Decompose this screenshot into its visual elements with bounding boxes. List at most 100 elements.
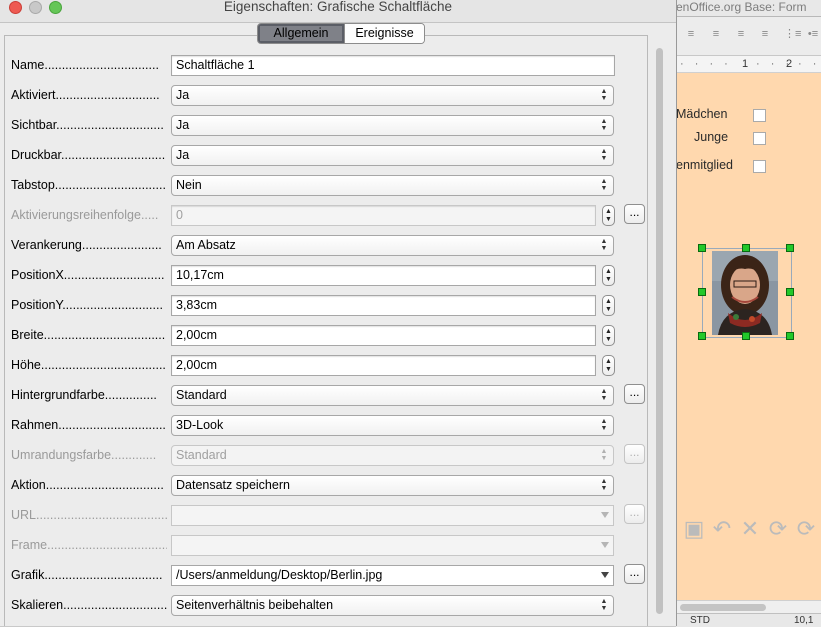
align-center-icon[interactable]: ≡ — [709, 28, 723, 40]
label-name: Name................................. — [11, 58, 159, 72]
breite-stepper[interactable]: ▲ ▼ — [602, 325, 615, 346]
horizontal-scrollbar[interactable] — [676, 600, 821, 613]
label-hintergrundfarbe: Hintergrundfarbe............... — [11, 388, 157, 402]
align-right-icon[interactable]: ≡ — [734, 28, 748, 40]
label-druckbar: Druckbar.............................. — [11, 148, 166, 162]
bullet-list-icon[interactable]: •≡ — [806, 28, 820, 40]
selection-handle-mr[interactable] — [786, 288, 794, 296]
dialog-title: Eigenschaften: Grafische Schaltfläche — [223, 0, 453, 14]
tab-bar: Allgemein Ereignisse — [257, 23, 425, 44]
checkbox-junge[interactable] — [753, 132, 766, 145]
label-tabstop: Tabstop................................ — [11, 178, 166, 192]
label-skalieren: Skalieren.............................. — [11, 598, 167, 612]
position-y-input[interactable]: 3,83cm — [171, 295, 596, 316]
verankerung-select[interactable]: Am Absatz ▲ ▼ — [171, 235, 614, 256]
background-window-title: enOffice.org Base: Form — [676, 0, 821, 17]
umrandungsfarbe-select: Standard ▲ ▼ — [171, 445, 614, 466]
dropdown-caret-icon — [601, 512, 609, 518]
aktion-value: Datensatz speichern — [176, 478, 290, 492]
checkbox-label-junge: Junge — [694, 130, 729, 144]
hintergrundfarbe-more-button[interactable]: ... — [624, 384, 645, 404]
verankerung-value: Am Absatz — [176, 238, 236, 252]
selection-handle-tc[interactable] — [742, 244, 750, 252]
url-combobox — [171, 505, 614, 526]
save-record-icon[interactable]: ▣ — [682, 516, 706, 542]
breite-input[interactable]: 2,00cm — [171, 325, 596, 346]
umrandungsfarbe-value: Standard — [176, 448, 227, 462]
tab-allgemein[interactable]: Allgemein — [258, 24, 344, 43]
grafik-more-button[interactable]: ... — [624, 564, 645, 584]
selection-handle-bc[interactable] — [742, 332, 750, 340]
vertical-scroll-thumb[interactable] — [656, 48, 663, 614]
hoehe-stepper[interactable]: ▲ ▼ — [602, 355, 615, 376]
updown-arrows-icon: ▲ ▼ — [600, 598, 608, 612]
numbered-list-icon[interactable]: ⋮≡ — [784, 28, 801, 40]
aktion-select[interactable]: Datensatz speichern ▲ ▼ — [171, 475, 614, 496]
aktiviert-value: Ja — [176, 88, 190, 102]
label-url: URL.....................................… — [11, 508, 167, 522]
selection-handle-br[interactable] — [786, 332, 794, 340]
checkbox-maedchen[interactable] — [753, 109, 766, 122]
aktivierungsreihenfolge-input: 0 — [171, 205, 596, 226]
aktiviert-select[interactable]: Ja ▲ ▼ — [171, 85, 614, 106]
checkbox-mitglied[interactable] — [753, 160, 766, 173]
label-sichtbar: Sichtbar............................... — [11, 118, 164, 132]
ruler-tick-2: 2 — [786, 58, 793, 70]
more-icon[interactable]: ⟳ — [794, 516, 818, 542]
refresh-icon[interactable]: ⟳ — [766, 516, 790, 542]
selection-handle-tl[interactable] — [698, 244, 706, 252]
druckbar-value: Ja — [176, 148, 190, 162]
horizontal-scroll-thumb[interactable] — [680, 604, 766, 611]
hintergrundfarbe-value: Standard — [176, 388, 227, 402]
label-aktion: Aktion.................................. — [11, 478, 164, 492]
justify-icon[interactable]: ≡ — [758, 28, 772, 40]
form-navigation-toolbar: ▣ ↶ ✕ ⟳ ⟳ — [676, 512, 821, 548]
updown-arrows-icon: ▲ ▼ — [600, 388, 608, 402]
status-bar: STD 10,1 — [676, 613, 821, 627]
name-input[interactable]: Schaltfläche 1 — [171, 55, 615, 76]
label-breite: Breite..................................… — [11, 328, 166, 342]
updown-arrows-icon: ▲ ▼ — [600, 178, 608, 192]
tabstop-select[interactable]: Nein ▲ ▼ — [171, 175, 614, 196]
tabstop-value: Nein — [176, 178, 202, 192]
label-frame: Frame................................... — [11, 538, 167, 552]
position-x-input[interactable]: 10,17cm — [171, 265, 596, 286]
tab-ereignisse[interactable]: Ereignisse — [344, 24, 424, 43]
hoehe-input[interactable]: 2,00cm — [171, 355, 596, 376]
updown-arrows-icon: ▲ ▼ — [600, 238, 608, 252]
updown-arrows-icon: ▲ ▼ — [600, 118, 608, 132]
updown-arrows-icon: ▲ ▼ — [600, 418, 608, 432]
label-verankerung: Verankerung....................... — [11, 238, 162, 252]
label-hoehe: Höhe....................................… — [11, 358, 167, 372]
position-x-stepper[interactable]: ▲ ▼ — [602, 265, 615, 286]
label-position-y: PositionY............................. — [11, 298, 163, 312]
label-grafik: Grafik.................................. — [11, 568, 163, 582]
dropdown-caret-icon — [601, 542, 609, 548]
selection-handle-bl[interactable] — [698, 332, 706, 340]
properties-dialog: Eigenschaften: Grafische Schaltfläche Al… — [0, 0, 677, 626]
label-position-x: PositionX............................. — [11, 268, 165, 282]
ruler: · · · · 1 · · · 2 · · — [676, 56, 821, 73]
updown-arrows-icon: ▲ ▼ — [600, 88, 608, 102]
skalieren-value: Seitenverhältnis beibehalten — [176, 598, 334, 612]
umrandungsfarbe-more-button: ... — [624, 444, 645, 464]
updown-arrows-icon: ▲ ▼ — [600, 478, 608, 492]
hintergrundfarbe-select[interactable]: Standard ▲ ▼ — [171, 385, 614, 406]
selection-handle-tr[interactable] — [786, 244, 794, 252]
skalieren-select[interactable]: Seitenverhältnis beibehalten ▲ ▼ — [171, 595, 614, 616]
undo-icon[interactable]: ↶ — [710, 516, 734, 542]
delete-record-icon[interactable]: ✕ — [738, 516, 762, 542]
sichtbar-select[interactable]: Ja ▲ ▼ — [171, 115, 614, 136]
align-left-icon[interactable]: ≡ — [684, 28, 698, 40]
image-button-photo[interactable] — [712, 251, 778, 335]
position-y-stepper[interactable]: ▲ ▼ — [602, 295, 615, 316]
druckbar-select[interactable]: Ja ▲ ▼ — [171, 145, 614, 166]
vertical-scrollbar[interactable] — [655, 48, 664, 626]
grafik-combobox[interactable]: /Users/anmeldung/Desktop/Berlin.jpg — [171, 565, 614, 586]
selection-handle-ml[interactable] — [698, 288, 706, 296]
aktivierungsreihenfolge-more-button[interactable]: ... — [624, 204, 645, 224]
url-more-button: ... — [624, 504, 645, 524]
rahmen-select[interactable]: 3D-Look ▲ ▼ — [171, 415, 614, 436]
dropdown-caret-icon — [601, 572, 609, 578]
aktivierungsreihenfolge-stepper[interactable]: ▲ ▼ — [602, 205, 615, 226]
